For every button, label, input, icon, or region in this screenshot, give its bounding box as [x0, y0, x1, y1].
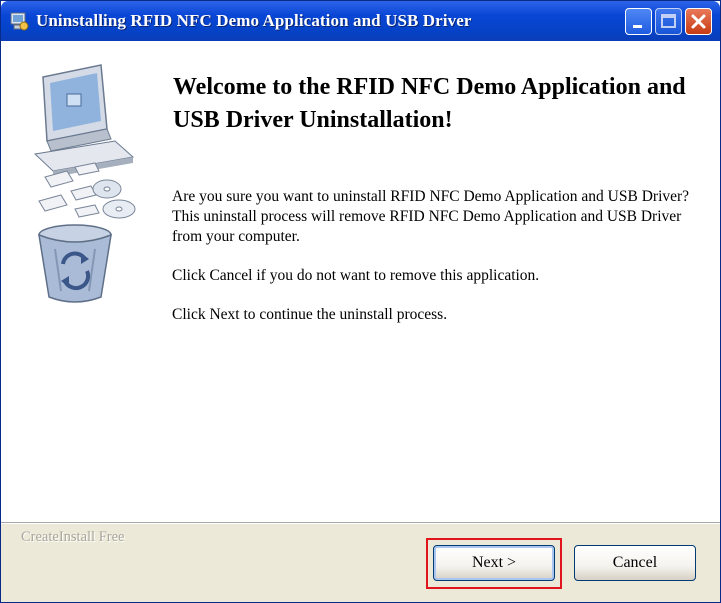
uninstall-window: Uninstalling RFID NFC Demo Application a…	[0, 0, 721, 603]
recycle-bin-icon	[38, 224, 112, 303]
close-icon	[691, 14, 706, 29]
title-bar[interactable]: Uninstalling RFID NFC Demo Application a…	[1, 1, 720, 41]
confirm-question: Are you sure you want to uninstall RFID …	[172, 188, 690, 205]
maximize-button[interactable]	[655, 8, 682, 35]
description: Are you sure you want to uninstall RFID …	[172, 187, 692, 325]
cancel-button[interactable]: Cancel	[574, 545, 696, 581]
maximize-icon	[661, 14, 676, 28]
uninstall-illustration	[33, 64, 136, 303]
minimize-icon	[633, 25, 642, 28]
footer-divider	[1, 522, 720, 524]
cancel-instruction: Click Cancel if you do not want to remov…	[172, 267, 540, 284]
computer-icon	[33, 64, 135, 177]
next-instruction: Click Next to continue the uninstall pro…	[172, 306, 448, 323]
installer-icon	[10, 12, 29, 31]
close-button[interactable]	[685, 8, 712, 35]
minimize-button[interactable]	[625, 8, 652, 35]
window-title: Uninstalling RFID NFC Demo Application a…	[36, 11, 472, 30]
next-button[interactable]: Next >	[433, 545, 555, 581]
uninstall-explanation: This uninstall process will remove RFID …	[172, 208, 682, 245]
brand-label: CreateInstall Free	[21, 529, 125, 545]
page-title: Welcome to the RFID NFC Demo Application…	[173, 74, 686, 133]
